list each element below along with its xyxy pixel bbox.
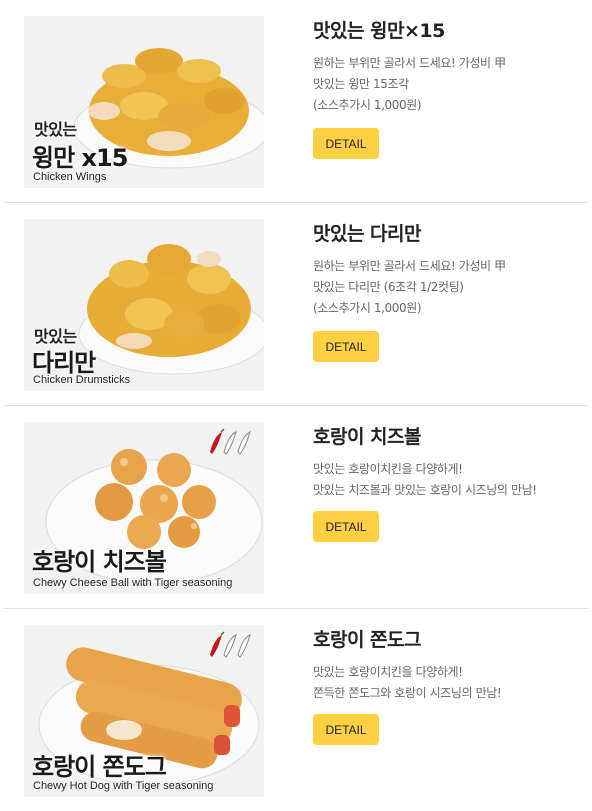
product-description: 원하는 부위만 골라서 드세요! 가성비 甲 맛있는 윙만 15조각 (소스추가… [313, 53, 583, 116]
product-description: 맛있는 호랑이치킨을 다양하게! 쫀득한 쫀도그와 호랑이 시즈닝의 만남! [313, 662, 583, 704]
spicy-pepper-icon [210, 428, 251, 455]
product-name: 맛있는 윙만×15 [313, 20, 445, 42]
product-info: 맛있는 다리만 원하는 부위만 골라서 드세요! 가성비 甲 맛있는 다리만 (… [313, 219, 583, 319]
product-name: 호랑이 쫀도그 [313, 629, 422, 651]
description-line: 맛있는 치즈볼과 맛있는 호랑이 시즈닝의 만남! [313, 483, 537, 497]
thumb-english-name: Chicken Wings [33, 171, 107, 183]
menu-item-cheese-ball: 호랑이 치즈볼 Chewy Cheese Ball with Tiger sea… [0, 406, 592, 609]
product-name: 맛있는 다리만 [313, 223, 422, 245]
menu-item-hot-dog: 호랑이 쫀도그 Chewy Hot Dog with Tiger seasoni… [0, 609, 592, 811]
description-line: (소스추가시 1,000원) [313, 301, 422, 315]
detail-button[interactable]: DETAIL [313, 331, 379, 362]
detail-button[interactable]: DETAIL [313, 128, 379, 159]
description-line: 원하는 부위만 골라서 드세요! 가성비 甲 [313, 259, 506, 273]
detail-button[interactable]: DETAIL [313, 714, 379, 745]
product-info: 호랑이 쫀도그 맛있는 호랑이치킨을 다양하게! 쫀득한 쫀도그와 호랑이 시즈… [313, 625, 583, 704]
description-line: 맛있는 호랑이치킨을 다양하게! [313, 462, 463, 476]
product-name: 호랑이 치즈볼 [313, 426, 422, 448]
description-line: 맛있는 윙만 15조각 [313, 77, 409, 91]
thumb-english-name: Chewy Cheese Ball with Tiger seasoning [33, 577, 233, 589]
detail-button[interactable]: DETAIL [313, 511, 379, 542]
description-line: 맛있는 호랑이치킨을 다양하게! [313, 665, 463, 679]
thumb-title: 호랑이 쫀도그 [32, 753, 167, 781]
thumb-title: 다리만 [32, 349, 96, 377]
product-info: 맛있는 윙만×15 원하는 부위만 골라서 드세요! 가성비 甲 맛있는 윙만 … [313, 16, 583, 116]
spicy-pepper-icon [210, 631, 251, 658]
product-image[interactable]: 호랑이 치즈볼 Chewy Cheese Ball with Tiger sea… [24, 422, 264, 594]
thumb-title: 호랑이 치즈볼 [32, 548, 167, 576]
thumb-subtitle: 맛있는 [34, 120, 77, 139]
thumb-english-name: Chicken Drumsticks [33, 374, 131, 386]
product-description: 원하는 부위만 골라서 드세요! 가성비 甲 맛있는 다리만 (6조각 1/2컷… [313, 256, 583, 319]
description-line: 쫀득한 쫀도그와 호랑이 시즈닝의 만남! [313, 686, 502, 700]
product-info: 호랑이 치즈볼 맛있는 호랑이치킨을 다양하게! 맛있는 치즈볼과 맛있는 호랑… [313, 422, 583, 501]
product-description: 맛있는 호랑이치킨을 다양하게! 맛있는 치즈볼과 맛있는 호랑이 시즈닝의 만… [313, 459, 583, 501]
menu-item-chicken-wings: 맛있는 윙만 x15 Chicken Wings 맛있는 윙만×15 원하는 부… [0, 0, 592, 203]
description-line: 맛있는 다리만 (6조각 1/2컷팅) [313, 280, 464, 294]
product-image[interactable]: 맛있는 윙만 x15 Chicken Wings [24, 16, 264, 188]
product-image[interactable]: 맛있는 다리만 Chicken Drumsticks [24, 219, 264, 391]
description-line: (소스추가시 1,000원) [313, 98, 422, 112]
description-line: 원하는 부위만 골라서 드세요! 가성비 甲 [313, 56, 506, 70]
thumb-title: 윙만 x15 [32, 144, 128, 172]
product-image[interactable]: 호랑이 쫀도그 Chewy Hot Dog with Tiger seasoni… [24, 625, 264, 797]
thumb-english-name: Chewy Hot Dog with Tiger seasoning [33, 780, 214, 792]
menu-item-chicken-drumsticks: 맛있는 다리만 Chicken Drumsticks 맛있는 다리만 원하는 부… [0, 203, 592, 406]
